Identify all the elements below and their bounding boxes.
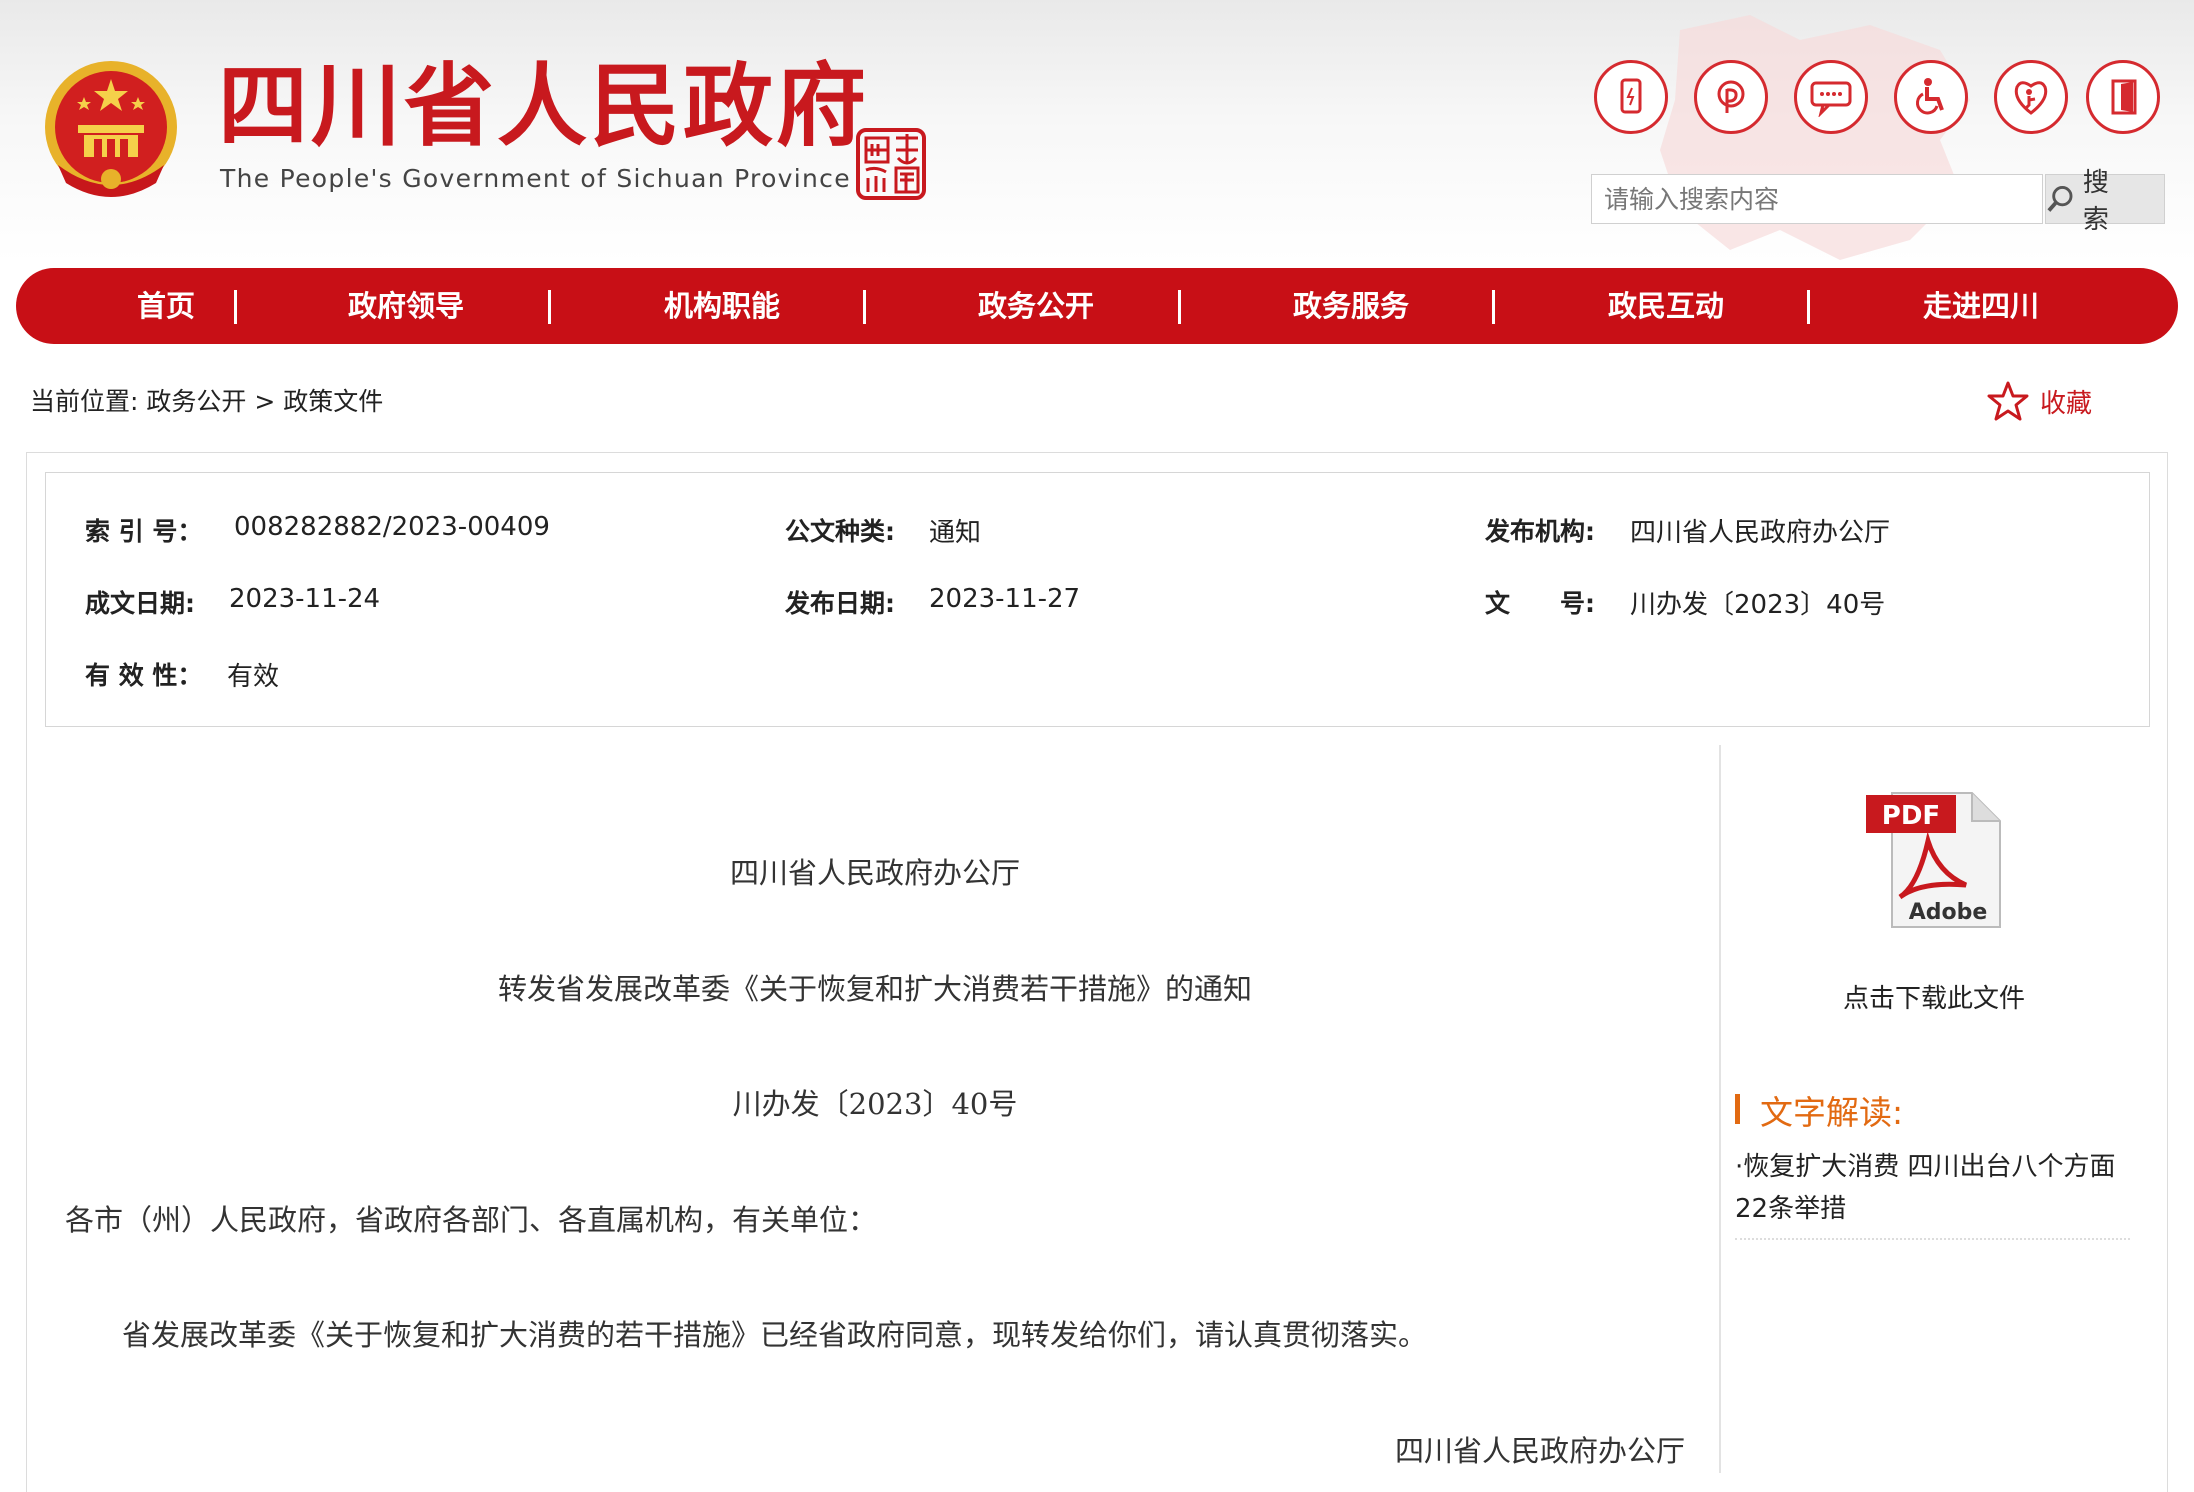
- mobile-icon[interactable]: [1594, 60, 1668, 134]
- site-subtitle: The People's Government of Sichuan Provi…: [220, 164, 851, 193]
- search-button[interactable]: 搜 索: [2045, 168, 2165, 235]
- nav-item-gov-services[interactable]: 政务服务: [1241, 268, 1461, 344]
- index-no-label: 索 引 号：: [85, 517, 203, 546]
- document-signature: 四川省人民政府办公厅: [1395, 1434, 1686, 1468]
- document-salutation: 各市（州）人民政府，省政府各部门、各直属机构，有关单位：: [65, 1203, 878, 1237]
- breadcrumb-item-gov-affairs[interactable]: 政务公开: [146, 387, 246, 416]
- pdf-badge-text: PDF: [1882, 801, 1940, 831]
- nav-separator: [1178, 290, 1181, 324]
- site-title: 四川省人民政府: [218, 54, 869, 159]
- publisher-value: 四川省人民政府办公厅: [1630, 518, 1891, 548]
- publisher-label: 发布机构:: [1485, 517, 1595, 546]
- written-date-label: 成文日期:: [85, 589, 195, 618]
- publish-date-label: 发布日期:: [785, 589, 895, 618]
- accessibility-icon[interactable]: [1894, 60, 1968, 134]
- search-button-label: 搜 索: [2082, 168, 2117, 235]
- document-body-paragraph: 省发展改革委《关于恢复和扩大消费的若干措施》已经省政府同意，现转发给你们，请认真…: [122, 1318, 1428, 1352]
- document-issuer: 四川省人民政府办公厅: [729, 856, 1020, 890]
- sidebar-divider: [1719, 745, 1721, 1473]
- publish-date-value: 2023-11-27: [929, 584, 1081, 614]
- index-no-value: 008282882/2023-00409: [234, 512, 550, 542]
- document-title: 转发省发展改革委《关于恢复和扩大消费若干措施》的通知: [497, 972, 1252, 1006]
- validity-label: 有 效 性：: [85, 661, 203, 690]
- elderly-care-icon[interactable]: [1994, 60, 2068, 134]
- search-input[interactable]: [1592, 175, 2042, 223]
- nav-item-about-sichuan[interactable]: 走进四川: [1871, 268, 2091, 344]
- nav-separator: [1492, 290, 1495, 324]
- doc-no-label-a: 文: [1485, 589, 1511, 618]
- exit-door-icon[interactable]: [2086, 60, 2160, 134]
- validity-value: 有效: [227, 662, 280, 692]
- breadcrumb: 当前位置: 政务公开 > 政策文件: [30, 382, 383, 418]
- sichuan-map-watermark: [1660, 15, 1970, 260]
- main-nav: 首页 政府领导 机构职能 政务公开 政务服务 政民互动 走进四川: [16, 268, 2178, 344]
- breadcrumb-separator: >: [254, 387, 276, 416]
- favorite-label: 收藏: [2040, 388, 2093, 419]
- star-icon: [1987, 381, 2029, 421]
- interpretation-link[interactable]: ·恢复扩大消费 四川出台八个方面22条举措: [1735, 1146, 2135, 1230]
- breadcrumb-prefix: 当前位置:: [30, 387, 139, 416]
- nav-separator: [1807, 290, 1810, 324]
- nav-item-home[interactable]: 首页: [76, 268, 256, 344]
- wechat-message-icon[interactable]: [1794, 60, 1868, 134]
- interpretation-heading: 文字解读:: [1760, 1093, 1904, 1132]
- nav-item-gov-affairs[interactable]: 政务公开: [926, 268, 1146, 344]
- interpretation-accent-bar: [1735, 1094, 1740, 1124]
- document-number: 川办发〔2023〕40号: [732, 1087, 1018, 1121]
- search-icon: [2047, 186, 2073, 212]
- nav-item-institutions[interactable]: 机构职能: [612, 268, 832, 344]
- pdf-download-icon[interactable]: PDF Adobe: [1862, 785, 2012, 935]
- national-emblem-logo: [45, 61, 177, 197]
- sichuan-seal-logo: [856, 128, 926, 200]
- nav-separator: [234, 290, 237, 324]
- nav-item-leaders[interactable]: 政府领导: [296, 268, 516, 344]
- doc-type-value: 通知: [929, 518, 982, 548]
- download-file-link[interactable]: 点击下载此文件: [1720, 978, 2148, 1015]
- nav-separator: [548, 290, 551, 324]
- doc-no-label-b: 号:: [1560, 589, 1595, 618]
- nav-separator: [863, 290, 866, 324]
- adobe-brand-text: Adobe: [1909, 900, 1988, 925]
- written-date-value: 2023-11-24: [229, 584, 381, 614]
- favorite-button[interactable]: 收藏: [1986, 380, 2092, 422]
- breadcrumb-item-policy-docs[interactable]: 政策文件: [283, 387, 383, 416]
- doc-no-value: 川办发〔2023〕40号: [1630, 590, 1886, 620]
- interpretation-divider: [1735, 1238, 2130, 1240]
- doc-type-label: 公文种类:: [785, 517, 895, 546]
- nav-item-interaction[interactable]: 政民互动: [1556, 268, 1776, 344]
- search-box: [1591, 174, 2043, 224]
- weibo-icon[interactable]: [1694, 60, 1768, 134]
